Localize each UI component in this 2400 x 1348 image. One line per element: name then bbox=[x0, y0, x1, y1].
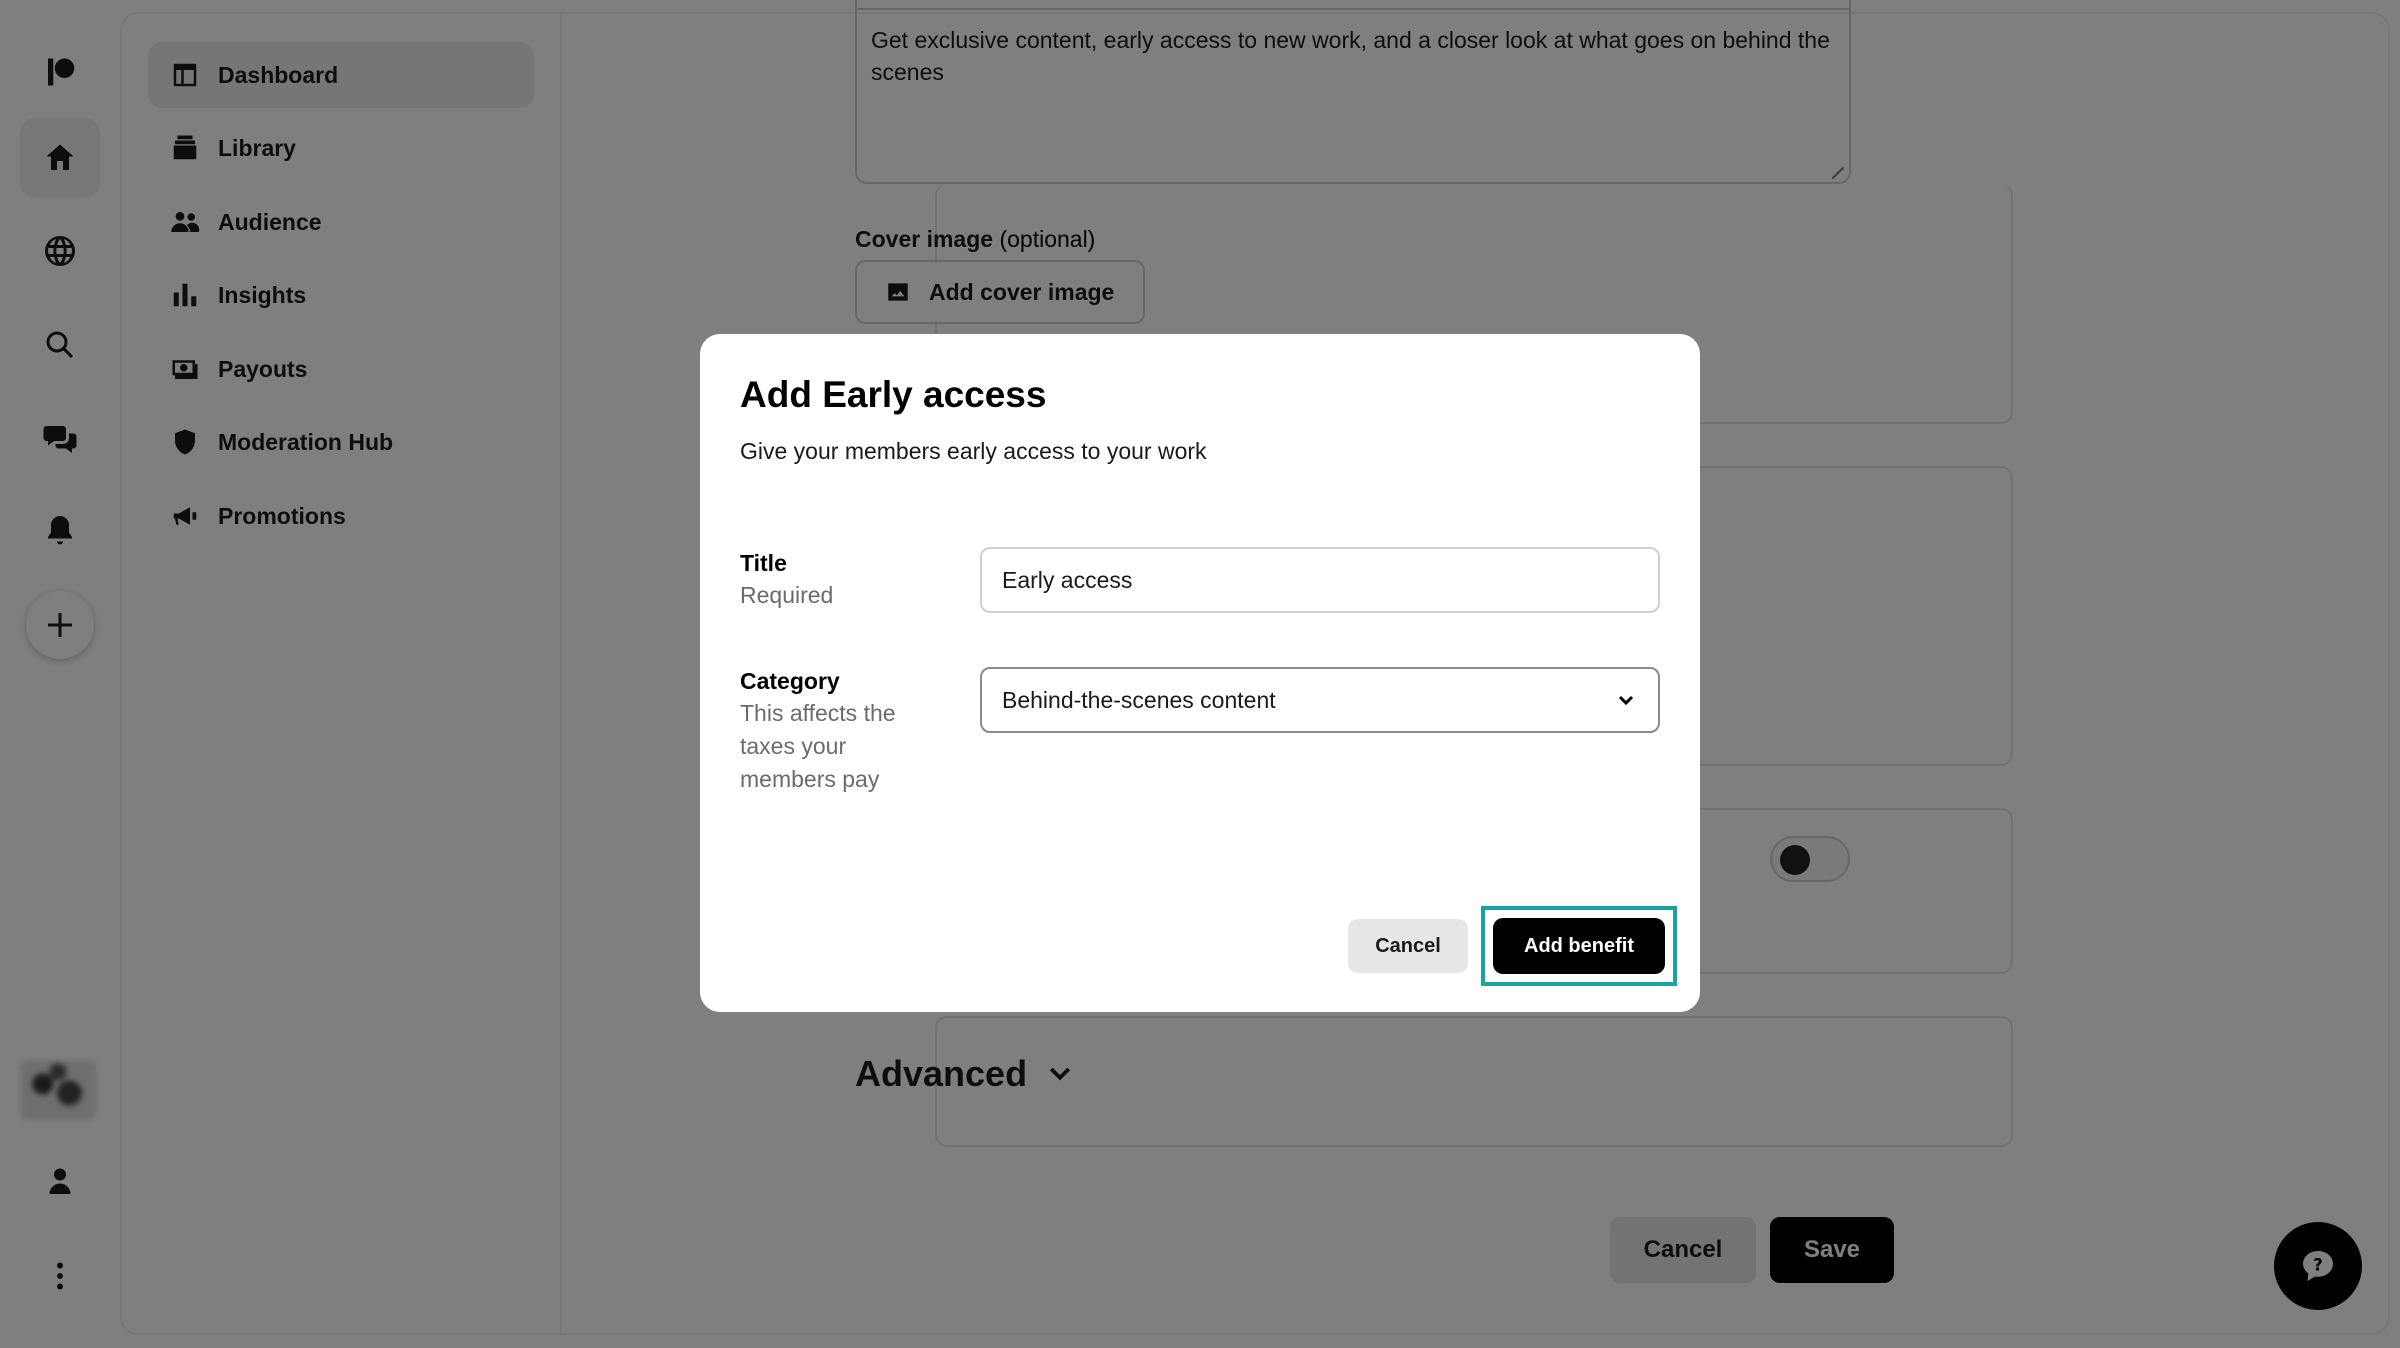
title-input[interactable] bbox=[980, 547, 1660, 613]
add-benefit-button[interactable]: Add benefit bbox=[1493, 918, 1665, 974]
add-benefit-modal: Add Early access Give your members early… bbox=[700, 334, 1700, 1012]
category-field-hint: This affects the taxes your members pay bbox=[740, 700, 896, 792]
modal-cancel-button[interactable]: Cancel bbox=[1348, 919, 1468, 973]
app-root: Dashboard Library Audience Insights Payo… bbox=[0, 0, 2400, 1348]
modal-title: Add Early access bbox=[740, 374, 1047, 415]
category-select-value: Behind-the-scenes content bbox=[1002, 686, 1276, 713]
title-field-label: Title bbox=[740, 550, 787, 576]
chevron-down-icon bbox=[1618, 695, 1634, 706]
category-select[interactable]: Behind-the-scenes content bbox=[980, 667, 1660, 733]
category-field-label: Category bbox=[740, 668, 840, 694]
add-benefit-highlight: Add benefit bbox=[1481, 906, 1677, 986]
modal-subtitle: Give your members early access to your w… bbox=[740, 438, 1207, 464]
title-field-hint: Required bbox=[740, 582, 834, 608]
